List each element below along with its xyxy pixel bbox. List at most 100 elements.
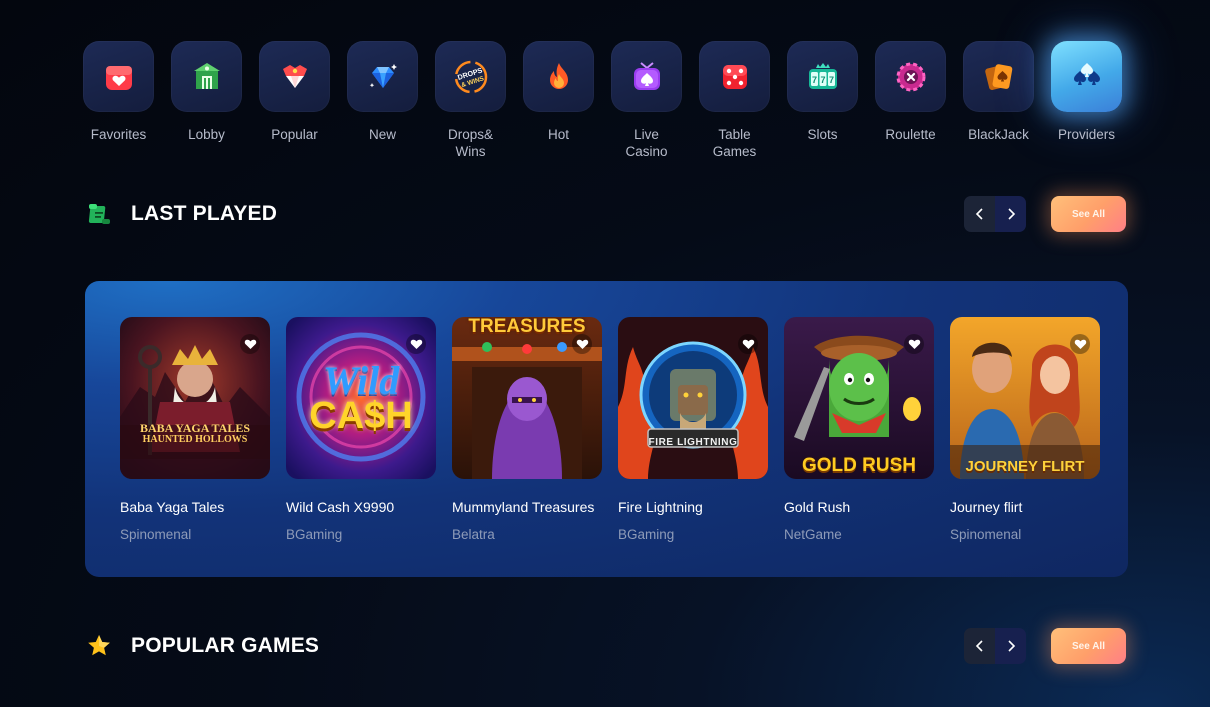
last-played-header: LAST PLAYED See All bbox=[86, 196, 1126, 232]
game-card[interactable]: Wild CA$H Wild Cash X9990 BGaming bbox=[286, 317, 436, 542]
category-slots[interactable]: 777 Slots bbox=[787, 41, 875, 160]
games-carousel: BABA YAGA TALES HAUNTED HOLLOWS Baba Yag… bbox=[120, 317, 1100, 542]
game-card[interactable]: BABA YAGA TALES HAUNTED HOLLOWS Baba Yag… bbox=[120, 317, 270, 542]
heart-icon bbox=[1074, 339, 1086, 349]
chevron-right-icon bbox=[1007, 640, 1015, 652]
category-label: Hot bbox=[547, 127, 569, 142]
heart-icon bbox=[742, 339, 754, 349]
popular-games-header: POPULAR GAMES See All bbox=[86, 628, 1126, 664]
providers-icon bbox=[1051, 41, 1122, 112]
category-label: Popular bbox=[271, 127, 318, 142]
game-provider: Spinomenal bbox=[950, 527, 1022, 542]
last-played-panel: BABA YAGA TALES HAUNTED HOLLOWS Baba Yag… bbox=[85, 281, 1128, 577]
game-art-title: GOLD RUSH bbox=[802, 455, 916, 476]
category-providers[interactable]: Providers bbox=[1051, 41, 1139, 160]
heart-icon bbox=[244, 339, 256, 349]
section-title: LAST PLAYED bbox=[131, 202, 278, 225]
game-art-title: JOURNEY FLIRT bbox=[965, 458, 1085, 475]
game-card[interactable]: GOLD RUSH Gold Rush NetGame bbox=[784, 317, 934, 542]
flame-icon bbox=[523, 41, 594, 112]
diamond-icon bbox=[347, 41, 418, 112]
carousel-arrows bbox=[964, 196, 1026, 232]
heart-icon bbox=[410, 339, 422, 349]
favorite-button[interactable] bbox=[572, 334, 592, 354]
game-provider: Belatra bbox=[452, 527, 495, 542]
lobby-icon bbox=[171, 41, 242, 112]
category-label: Drops& Wins bbox=[447, 127, 493, 159]
category-label: Roulette bbox=[885, 127, 936, 142]
drops-wins-icon: DROPS & WINS bbox=[435, 41, 506, 112]
section-title: POPULAR GAMES bbox=[131, 634, 320, 657]
favorite-button[interactable] bbox=[1070, 334, 1090, 354]
prev-button[interactable] bbox=[964, 628, 995, 664]
game-name: Gold Rush bbox=[784, 499, 851, 515]
game-art-title: FIRE LIGHTNING bbox=[648, 437, 738, 448]
game-name: Mummyland Treasures bbox=[452, 499, 595, 515]
category-label: Favorites bbox=[90, 127, 147, 142]
dice-icon bbox=[699, 41, 770, 112]
game-name: Wild Cash X9990 bbox=[286, 499, 395, 515]
game-thumbnail[interactable]: GOLD RUSH bbox=[784, 317, 934, 479]
game-thumbnail[interactable]: TREASURES bbox=[452, 317, 602, 479]
favorite-button[interactable] bbox=[240, 334, 260, 354]
see-all-button[interactable]: See All bbox=[1051, 628, 1126, 664]
category-live-casino[interactable]: Live Casino bbox=[611, 41, 699, 160]
category-hot[interactable]: Hot bbox=[523, 41, 611, 160]
game-thumbnail[interactable]: JOURNEY FLIRT bbox=[950, 317, 1100, 479]
category-table-games[interactable]: Table Games bbox=[699, 41, 787, 160]
favorite-button[interactable] bbox=[406, 334, 426, 354]
svg-text:7: 7 bbox=[828, 75, 833, 85]
section-controls: See All bbox=[964, 196, 1126, 232]
game-name: Baba Yaga Tales bbox=[120, 499, 225, 515]
slots-icon: 777 bbox=[787, 41, 858, 112]
category-lobby[interactable]: Lobby bbox=[171, 41, 259, 160]
heart-icon bbox=[576, 339, 588, 349]
game-card[interactable]: TREASURES Mummyland Treasures Belatra bbox=[452, 317, 602, 542]
chevron-left-icon bbox=[975, 208, 983, 220]
category-label: Table Games bbox=[712, 127, 757, 159]
category-label: New bbox=[368, 127, 396, 142]
category-label: Lobby bbox=[188, 127, 225, 142]
game-card[interactable]: FIRE LIGHTNING Fire Lightning BGaming bbox=[618, 317, 768, 542]
game-thumbnail[interactable]: Wild CA$H bbox=[286, 317, 436, 479]
prev-button[interactable] bbox=[964, 196, 995, 232]
game-thumbnail[interactable]: BABA YAGA TALES HAUNTED HOLLOWS bbox=[120, 317, 270, 479]
favorite-button[interactable] bbox=[904, 334, 924, 354]
game-provider: BGaming bbox=[618, 527, 675, 542]
carousel-arrows bbox=[964, 628, 1026, 664]
scroll-icon bbox=[88, 204, 110, 224]
category-new[interactable]: New bbox=[347, 41, 435, 160]
category-label: BlackJack bbox=[968, 127, 1029, 142]
favorites-icon bbox=[83, 41, 154, 112]
category-drops-wins[interactable]: DROPS & WINS Drops& Wins bbox=[435, 41, 523, 160]
section-controls: See All bbox=[964, 628, 1126, 664]
category-bar: Favorites Lobby Popular New DROPS & WINS … bbox=[83, 41, 1139, 160]
game-provider: NetGame bbox=[784, 527, 842, 542]
roulette-icon bbox=[875, 41, 946, 112]
live-casino-icon bbox=[611, 41, 682, 112]
see-all-button[interactable]: See All bbox=[1051, 196, 1126, 232]
popular-icon bbox=[259, 41, 330, 112]
category-label: Providers bbox=[1057, 127, 1116, 142]
category-roulette[interactable]: Roulette bbox=[875, 41, 963, 160]
game-art-subtitle: CA$H bbox=[309, 395, 413, 437]
favorite-button[interactable] bbox=[738, 334, 758, 354]
category-blackjack[interactable]: BlackJack bbox=[963, 41, 1051, 160]
game-card[interactable]: JOURNEY FLIRT Journey flirt Spinomenal bbox=[950, 317, 1100, 542]
game-art-title: BABA YAGA TALES HAUNTED HOLLOWS bbox=[139, 421, 251, 445]
game-provider: Spinomenal bbox=[120, 527, 192, 542]
next-button[interactable] bbox=[995, 628, 1026, 664]
heart-icon bbox=[908, 339, 920, 349]
category-favorites[interactable]: Favorites bbox=[83, 41, 171, 160]
category-label: Live Casino bbox=[625, 127, 668, 159]
cards-icon bbox=[963, 41, 1034, 112]
category-label: Slots bbox=[807, 127, 838, 142]
game-thumbnail[interactable]: FIRE LIGHTNING bbox=[618, 317, 768, 479]
svg-text:7: 7 bbox=[811, 75, 816, 85]
svg-text:7: 7 bbox=[820, 75, 825, 85]
category-popular[interactable]: Popular bbox=[259, 41, 347, 160]
next-button[interactable] bbox=[995, 196, 1026, 232]
star-icon bbox=[88, 635, 110, 656]
chevron-left-icon bbox=[975, 640, 983, 652]
game-name: Journey flirt bbox=[950, 499, 1023, 515]
